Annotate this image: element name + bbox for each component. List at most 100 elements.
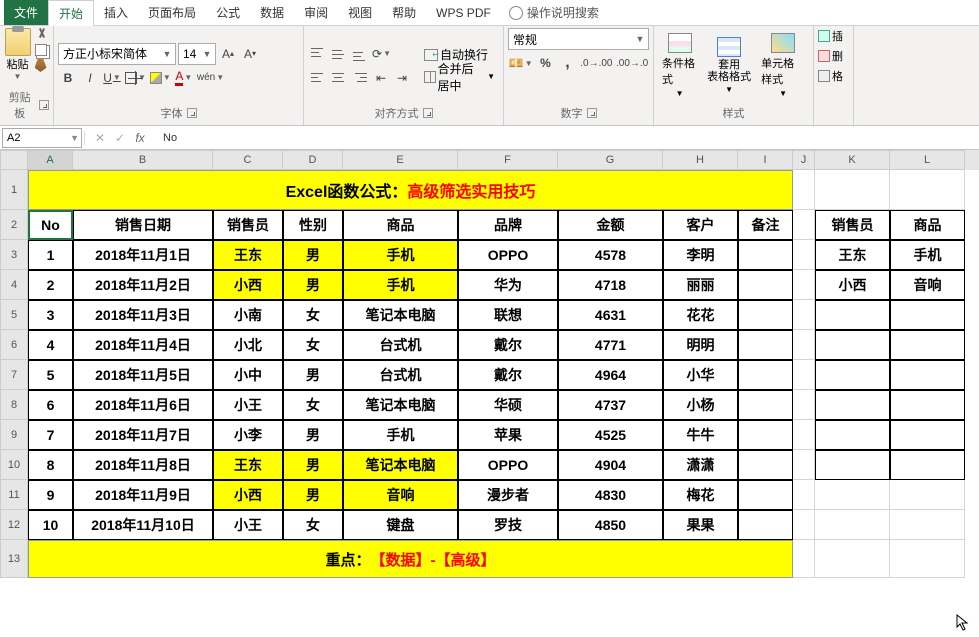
table-cell[interactable]: 2 [28, 270, 73, 300]
spreadsheet-grid[interactable]: A B C D E F G H I J K L 1Excel函数公式：高级筛选实… [0, 150, 979, 578]
name-box[interactable]: A2▼ [2, 128, 82, 148]
table-format-button[interactable]: 套用 表格格式▼ [703, 35, 755, 96]
border-button[interactable]: ▼ [124, 67, 147, 89]
table-cell[interactable]: 小西 [213, 480, 283, 510]
criteria-header[interactable]: 商品 [890, 210, 965, 240]
table-cell[interactable]: 2018年11月4日 [73, 330, 213, 360]
format-painter-icon[interactable] [35, 58, 47, 72]
tab-help[interactable]: 帮助 [382, 0, 426, 25]
table-cell[interactable]: 4737 [558, 390, 663, 420]
insert-cells-button[interactable]: 插 [818, 28, 843, 44]
font-size-combo[interactable]: 14▼ [178, 43, 216, 65]
title-cell[interactable]: Excel函数公式：高级筛选实用技巧 [28, 170, 793, 210]
table-cell[interactable]: 手机 [343, 420, 458, 450]
table-cell[interactable]: 丽丽 [663, 270, 738, 300]
table-header[interactable]: 销售员 [213, 210, 283, 240]
table-cell[interactable]: 4631 [558, 300, 663, 330]
table-cell[interactable]: 2018年11月2日 [73, 270, 213, 300]
phonetic-button[interactable]: wén▼ [196, 67, 225, 89]
col-header[interactable]: G [558, 150, 663, 170]
table-cell[interactable]: 果果 [663, 510, 738, 540]
col-header[interactable]: J [793, 150, 815, 170]
col-header[interactable]: A [28, 150, 73, 170]
table-cell[interactable]: 3 [28, 300, 73, 330]
table-cell[interactable]: 2018年11月7日 [73, 420, 213, 450]
cut-icon[interactable] [35, 28, 49, 42]
percent-button[interactable] [536, 52, 556, 74]
table-cell[interactable]: OPPO [458, 240, 558, 270]
col-header[interactable]: F [458, 150, 558, 170]
table-header[interactable]: 品牌 [458, 210, 558, 240]
table-cell[interactable]: 罗技 [458, 510, 558, 540]
table-cell[interactable]: 台式机 [343, 360, 458, 390]
paste-button[interactable]: 粘贴 ▼ [5, 28, 31, 81]
col-header[interactable]: E [343, 150, 458, 170]
tab-formulas[interactable]: 公式 [206, 0, 250, 25]
table-cell[interactable]: 小中 [213, 360, 283, 390]
footer-cell[interactable]: 重点：【数据】-【高级】 [28, 540, 793, 578]
table-header[interactable]: 金额 [558, 210, 663, 240]
table-cell[interactable]: 小西 [213, 270, 283, 300]
table-cell[interactable]: 小李 [213, 420, 283, 450]
table-cell[interactable] [738, 420, 793, 450]
align-bottom-button[interactable] [350, 43, 370, 65]
decrease-indent-button[interactable]: ⇤ [371, 67, 391, 89]
align-center-button[interactable] [329, 67, 349, 89]
bold-button[interactable]: B [58, 67, 78, 89]
font-color-button[interactable]: A▼ [174, 67, 194, 89]
accounting-button[interactable]: 💴▼ [508, 52, 534, 74]
table-cell[interactable] [738, 300, 793, 330]
fx-icon[interactable]: fx [131, 131, 149, 145]
fill-color-button[interactable]: ▼ [149, 67, 172, 89]
table-cell[interactable]: 手机 [343, 240, 458, 270]
table-header[interactable]: No [28, 210, 73, 240]
table-cell[interactable]: 10 [28, 510, 73, 540]
table-cell[interactable]: 2018年11月9日 [73, 480, 213, 510]
increase-decimal-button[interactable]: .0→.00 [580, 52, 614, 74]
formula-input[interactable]: No [155, 132, 979, 144]
table-cell[interactable] [738, 390, 793, 420]
tab-layout[interactable]: 页面布局 [138, 0, 206, 25]
table-cell[interactable]: 2018年11月5日 [73, 360, 213, 390]
table-cell[interactable]: 2018年11月10日 [73, 510, 213, 540]
table-cell[interactable]: OPPO [458, 450, 558, 480]
tab-data[interactable]: 数据 [250, 0, 294, 25]
col-header[interactable]: I [738, 150, 793, 170]
select-all-corner[interactable] [0, 150, 28, 170]
table-cell[interactable]: 戴尔 [458, 330, 558, 360]
clipboard-launcher[interactable] [39, 100, 49, 110]
table-cell[interactable]: 女 [283, 330, 343, 360]
table-cell[interactable]: 4904 [558, 450, 663, 480]
table-cell[interactable]: 4 [28, 330, 73, 360]
tell-me-search[interactable]: 操作说明搜索 [509, 4, 599, 21]
enter-formula-icon[interactable]: ✓ [111, 131, 129, 145]
number-format-combo[interactable]: 常规▼ [508, 28, 649, 50]
table-cell[interactable]: 4850 [558, 510, 663, 540]
align-right-button[interactable] [350, 67, 370, 89]
table-cell[interactable]: 男 [283, 270, 343, 300]
copy-icon[interactable] [35, 44, 47, 56]
criteria-cell[interactable]: 小西 [815, 270, 890, 300]
table-cell[interactable]: 9 [28, 480, 73, 510]
table-cell[interactable]: 男 [283, 420, 343, 450]
table-cell[interactable]: 2018年11月3日 [73, 300, 213, 330]
table-cell[interactable]: 5 [28, 360, 73, 390]
format-cells-button[interactable]: 格 [818, 68, 843, 84]
col-header[interactable]: B [73, 150, 213, 170]
tab-file[interactable]: 文件 [4, 0, 48, 25]
table-cell[interactable]: 笔记本电脑 [343, 300, 458, 330]
table-cell[interactable]: 华硕 [458, 390, 558, 420]
table-header[interactable]: 客户 [663, 210, 738, 240]
table-cell[interactable] [738, 360, 793, 390]
table-cell[interactable]: 7 [28, 420, 73, 450]
table-cell[interactable]: 2018年11月1日 [73, 240, 213, 270]
table-header[interactable]: 商品 [343, 210, 458, 240]
font-launcher[interactable] [187, 108, 197, 118]
table-cell[interactable]: 男 [283, 450, 343, 480]
table-cell[interactable]: 王东 [213, 240, 283, 270]
table-cell[interactable]: 漫步者 [458, 480, 558, 510]
table-cell[interactable]: 4578 [558, 240, 663, 270]
table-cell[interactable]: 2018年11月6日 [73, 390, 213, 420]
table-cell[interactable]: 小北 [213, 330, 283, 360]
table-cell[interactable]: 戴尔 [458, 360, 558, 390]
